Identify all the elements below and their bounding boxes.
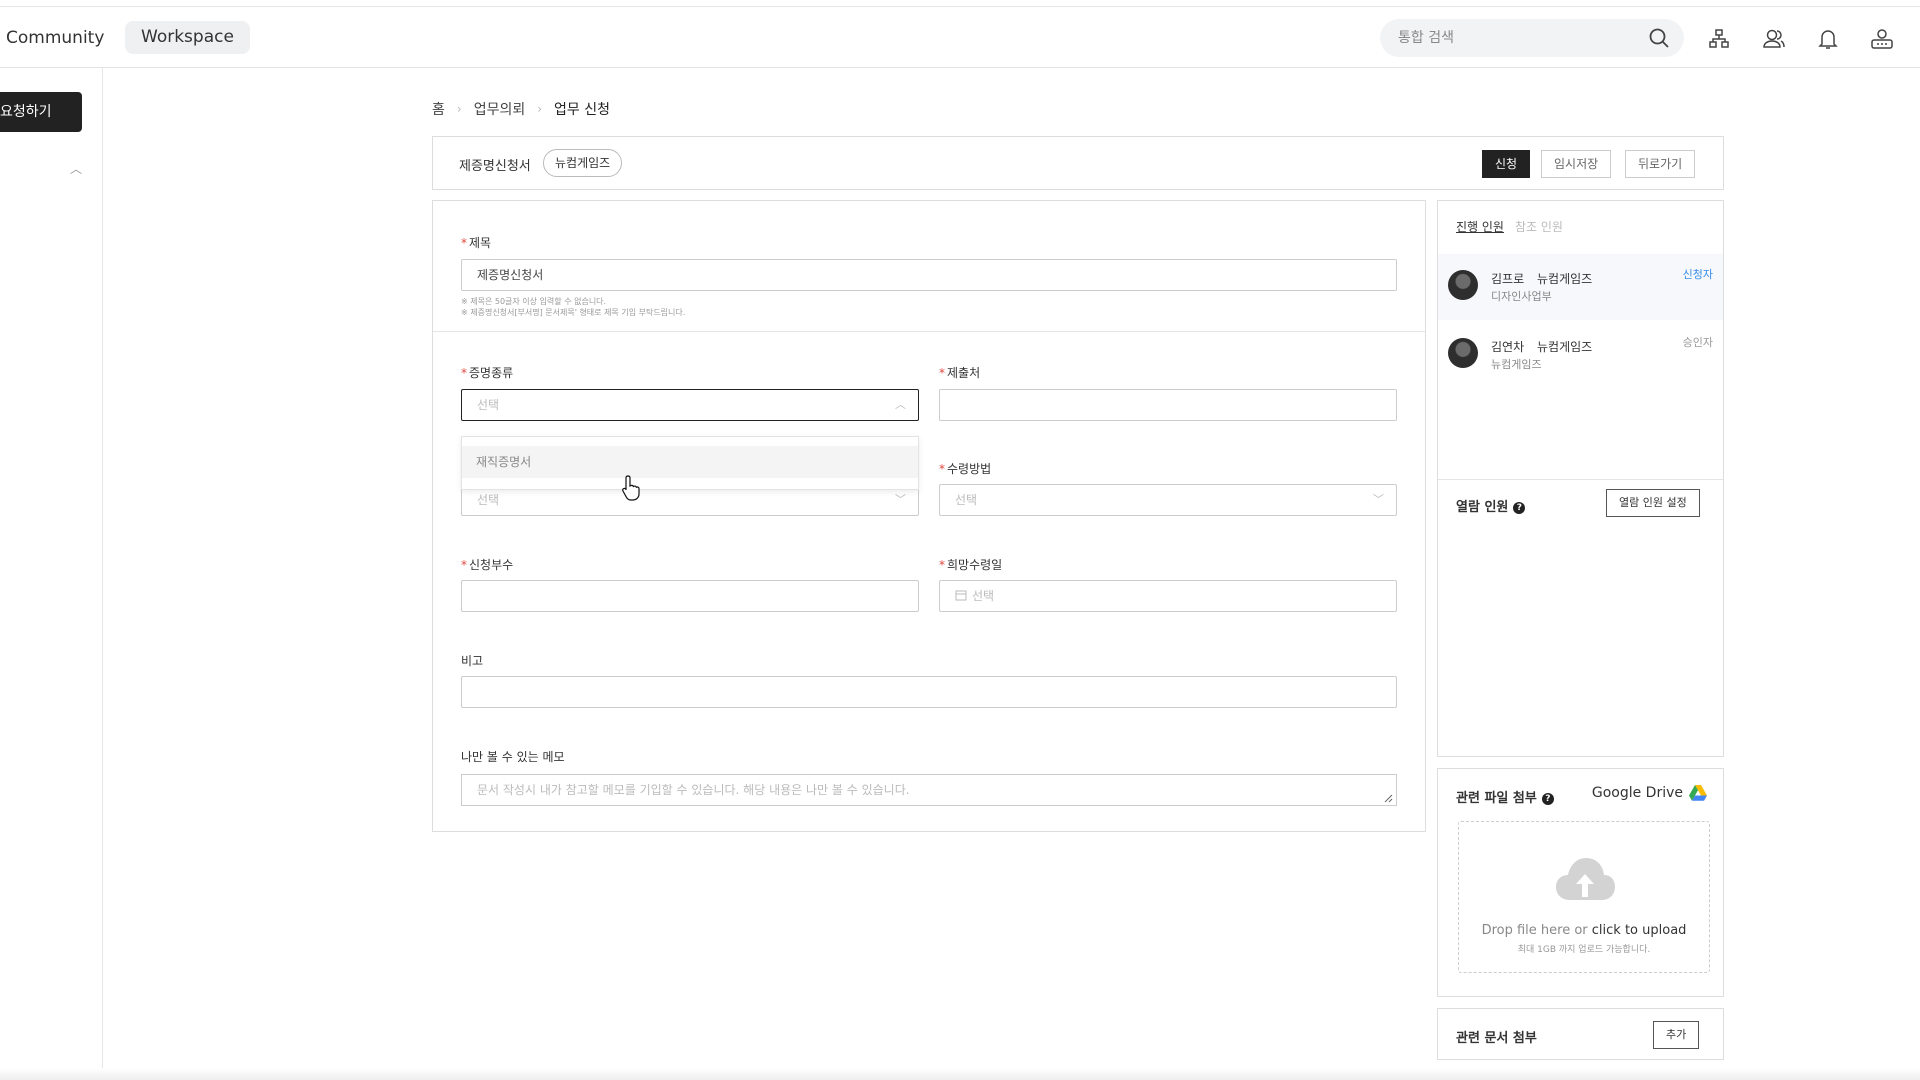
- drop-text: Drop file here or click to upload: [1481, 923, 1687, 938]
- breadcrumb-work-request[interactable]: 업무의뢰: [474, 99, 526, 119]
- cloud-upload-icon: [1556, 858, 1615, 900]
- chevron-up-icon: ︿: [895, 398, 906, 411]
- document-title: 제증명신청서: [459, 159, 531, 174]
- breadcrumb-separator-icon: ›: [537, 102, 543, 116]
- hand-cursor-icon: [622, 475, 640, 501]
- submit-to-label: * 제출처: [939, 366, 981, 380]
- person-dept: 뉴컴게임즈: [1491, 358, 1542, 371]
- person-company: 뉴컴게임즈: [1537, 272, 1593, 286]
- receive-method-select[interactable]: 선택 ﹀: [939, 484, 1397, 516]
- back-button[interactable]: 뒤로가기: [1625, 150, 1696, 178]
- avatar: [1448, 338, 1478, 368]
- copies-label: * 신청부수: [461, 558, 514, 572]
- section-divider: [433, 331, 1425, 332]
- breadcrumb-separator-icon: ›: [456, 102, 462, 116]
- related-docs-title: 관련 문서 첨부: [1456, 1031, 1537, 1046]
- google-drive-icon: [1689, 785, 1707, 801]
- people-icon[interactable]: [1762, 28, 1786, 50]
- breadcrumb-home[interactable]: 홈: [432, 99, 445, 119]
- person-row[interactable]: 김프로 뉴컴게임즈 디자인사업부 신청자: [1438, 254, 1723, 320]
- purpose-placeholder: 선택: [477, 493, 500, 507]
- sidebar-primary-button[interactable]: 요청하기: [0, 92, 82, 132]
- title-label: * 제목: [461, 236, 492, 250]
- submit-to-input[interactable]: [939, 389, 1397, 421]
- person-name: 김연차: [1491, 340, 1525, 354]
- cert-type-dropdown: 재직증명서: [461, 436, 919, 490]
- viewer-settings-button[interactable]: 열람 인원 설정: [1606, 489, 1700, 517]
- google-drive-button[interactable]: Google Drive: [1592, 785, 1707, 801]
- top-bar: Community Workspace: [0, 6, 1920, 68]
- title-input[interactable]: 제증명신청서: [461, 259, 1397, 291]
- remarks-input[interactable]: [461, 676, 1397, 708]
- person-role: 신청자: [1682, 268, 1713, 281]
- title-hint-1: ※ 제목은 50글자 이상 입력할 수 없습니다.: [461, 297, 607, 306]
- bottom-edge: [0, 1068, 1920, 1080]
- help-icon[interactable]: ?: [1541, 793, 1554, 805]
- help-icon[interactable]: ?: [1513, 502, 1526, 514]
- file-dropzone[interactable]: Drop file here or click to upload 최대 1GB…: [1458, 821, 1710, 973]
- cert-type-label: * 증명종류: [461, 366, 514, 380]
- chevron-up-icon[interactable]: ︿: [70, 160, 82, 177]
- avatar: [1448, 270, 1478, 300]
- desired-date-input[interactable]: 선택: [939, 580, 1397, 612]
- title-hint-2: ※ 제증명신청서[부서명] 문서제목' 형태로 제목 기입 부탁드립니다.: [461, 308, 686, 317]
- document-header: 제증명신청서 뉴컴게임즈 신청 임시저장 뒤로가기: [432, 136, 1724, 190]
- calendar-icon: [955, 590, 967, 601]
- nav-workspace[interactable]: Workspace: [125, 21, 250, 54]
- resize-grip-icon[interactable]: [1383, 793, 1393, 803]
- bell-icon[interactable]: [1818, 28, 1838, 50]
- search-box[interactable]: [1380, 19, 1684, 57]
- company-tag: 뉴컴게임즈: [543, 149, 623, 177]
- memo-placeholder: 문서 작성시 내가 참고할 메모를 기입할 수 있습니다. 해당 내용은 나만 …: [477, 783, 910, 797]
- person-row[interactable]: 김연차 뉴컴게임즈 뉴컴게임즈 승인자: [1438, 322, 1723, 388]
- nav-community[interactable]: Community: [6, 28, 104, 48]
- desired-date-placeholder: 선택: [972, 589, 995, 603]
- save-draft-button[interactable]: 임시저장: [1541, 150, 1612, 178]
- search-icon[interactable]: [1648, 27, 1670, 49]
- google-drive-label: Google Drive: [1591, 785, 1683, 801]
- related-docs-panel: 관련 문서 첨부 추가: [1437, 1008, 1724, 1060]
- sidebar: 요청하기 ︿: [0, 68, 103, 1080]
- dropdown-option[interactable]: 재직증명서: [462, 446, 918, 478]
- copies-input[interactable]: [461, 580, 919, 612]
- person-name: 김프로: [1491, 272, 1525, 286]
- file-attach-panel: 관련 파일 첨부? Google Drive Drop file here or…: [1437, 768, 1724, 997]
- breadcrumb-current: 업무 신청: [554, 102, 611, 118]
- search-input[interactable]: [1398, 19, 1628, 57]
- desired-date-label: * 희망수령일: [939, 558, 1003, 572]
- remarks-label: 비고: [461, 654, 484, 668]
- cert-type-placeholder: 선택: [477, 398, 500, 412]
- memo-textarea[interactable]: 문서 작성시 내가 참고할 메모를 기입할 수 있습니다. 해당 내용은 나만 …: [461, 774, 1397, 806]
- receive-method-label: * 수령방법: [939, 462, 992, 476]
- chevron-down-icon: ﹀: [1373, 493, 1384, 506]
- add-related-doc-button[interactable]: 추가: [1653, 1021, 1700, 1049]
- tab-reference-people[interactable]: 참조 인원: [1515, 218, 1563, 235]
- person-role: 승인자: [1682, 336, 1713, 349]
- viewer-label: 열람 인원?: [1456, 496, 1526, 515]
- receive-method-placeholder: 선택: [955, 493, 978, 507]
- file-attach-title: 관련 파일 첨부?: [1456, 787, 1554, 806]
- panel-divider: [1438, 479, 1723, 480]
- upload-limit-text: 최대 1GB 까지 업로드 가능합니다.: [1517, 945, 1651, 955]
- person-dept: 디자인사업부: [1491, 290, 1552, 303]
- breadcrumb: 홈 › 업무의뢰 › 업무 신청: [432, 99, 610, 119]
- form-card: * 제목 제증명신청서 ※ 제목은 50글자 이상 입력할 수 없습니다. ※ 제…: [432, 200, 1426, 832]
- org-chart-icon[interactable]: [1708, 28, 1730, 50]
- user-icon[interactable]: [1870, 28, 1894, 50]
- person-company: 뉴컴게임즈: [1537, 340, 1593, 354]
- submit-button[interactable]: 신청: [1482, 150, 1531, 178]
- people-panel: 진행 인원 참조 인원 김프로 뉴컴게임즈 디자인사업부 신청자 김연차 뉴컴게…: [1437, 200, 1724, 757]
- click-to-upload-link[interactable]: click to upload: [1592, 923, 1687, 938]
- tab-progress-people[interactable]: 진행 인원: [1456, 218, 1504, 235]
- memo-label: 나만 볼 수 있는 메모: [461, 750, 565, 764]
- cert-type-select[interactable]: 선택 ︿: [461, 389, 919, 421]
